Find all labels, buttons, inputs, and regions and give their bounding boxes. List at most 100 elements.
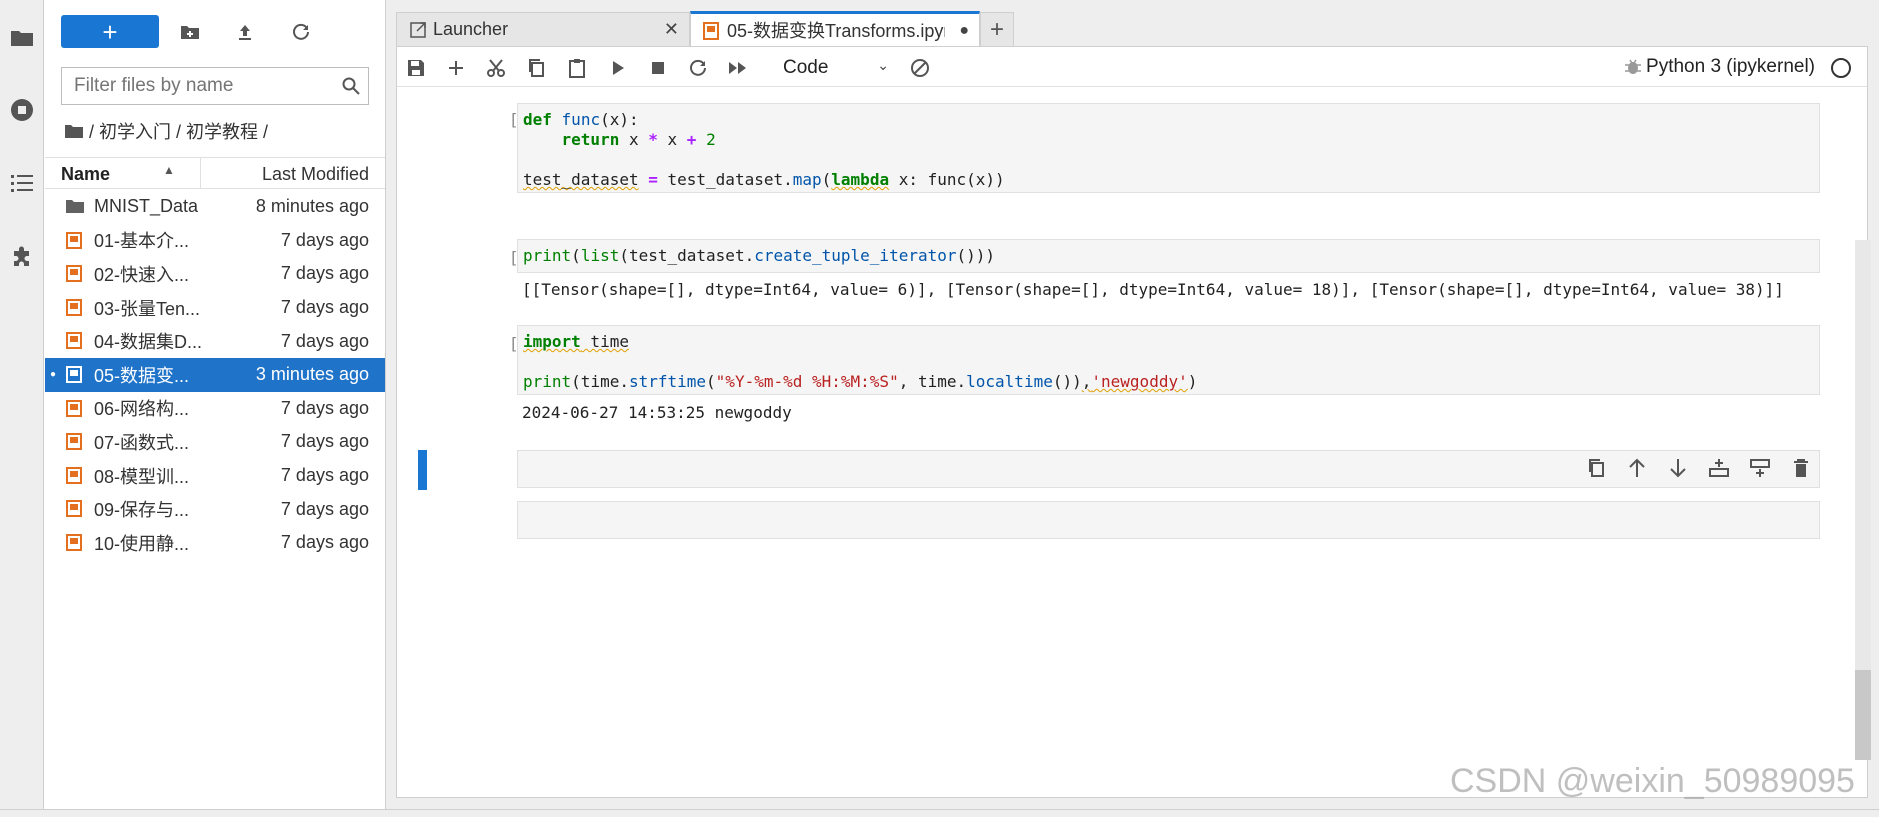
kernel-status-idle-icon: [1831, 58, 1851, 78]
new-tab-button[interactable]: +: [980, 12, 1014, 46]
insert-above-icon[interactable]: [1706, 455, 1732, 481]
file-list-item[interactable]: 02-快速入... 7 days ago: [45, 257, 385, 291]
active-cell-marker: [418, 450, 427, 490]
cell-output: 2024-06-27 14:53:25 newgoddy: [522, 403, 792, 422]
file-list-header: Name ▲ Last Modified: [45, 157, 385, 189]
file-modified: 7 days ago: [280, 229, 369, 250]
file-filter-input[interactable]: [62, 69, 334, 103]
fast-forward-icon[interactable]: [725, 55, 751, 81]
notebook-icon: [66, 533, 82, 551]
notebook-icon: [703, 22, 721, 40]
file-list-item[interactable]: 09-保存与... 7 days ago: [45, 492, 385, 526]
column-modified-header[interactable]: Last Modified: [262, 164, 369, 185]
insert-below-icon[interactable]: [1747, 455, 1773, 481]
notebook-icon: [66, 231, 82, 249]
extension-manager-icon[interactable]: [6, 240, 38, 272]
file-modified: 7 days ago: [280, 431, 369, 452]
code-cell-editor[interactable]: def func(x): return x * x + 2 test_datas…: [517, 103, 1820, 193]
notebook-icon: [66, 399, 82, 417]
unsaved-dot-icon[interactable]: ●: [959, 22, 969, 40]
move-up-icon[interactable]: [1624, 455, 1650, 481]
code-cell-editor[interactable]: print(list(test_dataset.create_tuple_ite…: [517, 239, 1820, 273]
kernel-name[interactable]: Python 3 (ipykernel): [1646, 56, 1815, 78]
notebook-icon: [66, 433, 82, 451]
main-area: Launcher ✕ 05-数据变换Transforms.ipynb ● + C…: [396, 0, 1879, 817]
tab-notebook-label: 05-数据变换Transforms.ipynb: [727, 21, 945, 41]
panel-splitter[interactable]: [385, 0, 396, 817]
code-cell-editor[interactable]: import time print(time.strftime("%Y-%m-%…: [517, 325, 1820, 395]
search-icon: [334, 77, 368, 95]
notebook-icon: [66, 298, 82, 316]
cell-type-select[interactable]: Code ⌄: [783, 55, 893, 81]
delete-cell-icon[interactable]: [1788, 455, 1814, 481]
breadcrumb: / 初学入门 / 初学教程 /: [65, 118, 268, 144]
duplicate-cell-icon[interactable]: [1583, 455, 1609, 481]
restart-icon[interactable]: [685, 55, 711, 81]
chevron-down-icon: ⌄: [877, 57, 889, 73]
file-name: 04-数据集D...: [94, 332, 203, 353]
running-terminals-icon[interactable]: [6, 94, 38, 126]
activity-bar: [0, 0, 44, 817]
watermark: CSDN @weixin_50989095: [1450, 762, 1855, 800]
running-indicator-icon: ●: [50, 369, 57, 381]
file-browser-folder-icon[interactable]: [6, 22, 38, 54]
code-cell-editor[interactable]: [517, 501, 1820, 539]
copy-icon[interactable]: [523, 55, 549, 81]
file-list-item[interactable]: MNIST_Data 8 minutes ago: [45, 190, 385, 224]
file-name: 02-快速入...: [94, 264, 190, 285]
launcher-icon: [409, 21, 427, 39]
column-name-header[interactable]: Name: [61, 164, 110, 185]
file-list-item[interactable]: 07-函数式... 7 days ago: [45, 425, 385, 459]
stop-icon[interactable]: [645, 55, 671, 81]
notebook-toolbar: Code ⌄ Python 3 (ipykernel): [397, 47, 1867, 87]
file-modified: 7 days ago: [280, 330, 369, 351]
file-filter-field[interactable]: [61, 67, 369, 105]
git-diff-icon[interactable]: [907, 55, 933, 81]
file-name: 10-使用静...: [94, 533, 190, 554]
tab-bar: Launcher ✕ 05-数据变换Transforms.ipynb ● +: [396, 11, 1866, 46]
breadcrumb-path[interactable]: / 初学入门 / 初学教程 /: [89, 118, 268, 144]
file-modified: 7 days ago: [280, 498, 369, 519]
file-list-item[interactable]: 08-模型训... 7 days ago: [45, 459, 385, 493]
file-modified: 7 days ago: [280, 397, 369, 418]
move-down-icon[interactable]: [1665, 455, 1691, 481]
file-list-item[interactable]: 01-基本介... 7 days ago: [45, 224, 385, 258]
file-name: 08-模型训...: [94, 466, 190, 487]
notebook-cells: [29]: def func(x): return x * x + 2 test…: [397, 88, 1847, 788]
file-list-item[interactable]: 06-网络构... 7 days ago: [45, 392, 385, 426]
scrollbar-thumb[interactable]: [1855, 670, 1871, 760]
file-list-item[interactable]: ● 05-数据变... 3 minutes ago: [45, 357, 385, 392]
file-list-item[interactable]: 04-数据集D... 7 days ago: [45, 324, 385, 358]
file-modified: 3 minutes ago: [255, 364, 369, 385]
refresh-icon[interactable]: [287, 18, 315, 46]
notebook-icon: [66, 365, 82, 383]
file-list-item[interactable]: 03-张量Ten... 7 days ago: [45, 291, 385, 325]
file-modified: 8 minutes ago: [255, 196, 369, 217]
run-icon[interactable]: [605, 55, 631, 81]
file-name: 09-保存与...: [94, 500, 190, 521]
debugger-bug-icon[interactable]: [1623, 57, 1645, 79]
save-icon[interactable]: [403, 55, 429, 81]
new-folder-icon[interactable]: [176, 18, 204, 46]
tab-notebook[interactable]: 05-数据变换Transforms.ipynb ●: [690, 11, 980, 46]
file-list-item[interactable]: 10-使用静... 7 days ago: [45, 526, 385, 560]
notebook-icon: [66, 332, 82, 350]
column-divider[interactable]: [200, 158, 201, 188]
status-bar: [0, 809, 1879, 817]
file-name: 07-函数式...: [94, 432, 190, 453]
new-launcher-button[interactable]: +: [61, 15, 159, 48]
cut-icon[interactable]: [483, 55, 509, 81]
paste-icon[interactable]: [564, 55, 590, 81]
folder-icon: [66, 198, 84, 214]
upload-icon[interactable]: [231, 18, 259, 46]
tab-launcher-label: Launcher: [433, 19, 509, 39]
insert-cell-icon[interactable]: [443, 55, 469, 81]
file-name: 03-张量Ten...: [94, 298, 201, 319]
file-modified: 7 days ago: [280, 465, 369, 486]
notebook-panel: Code ⌄ Python 3 (ipykernel) [29]: def fu…: [396, 46, 1868, 798]
file-browser-toolbar: +: [45, 0, 385, 60]
close-icon[interactable]: ✕: [664, 19, 679, 40]
table-of-contents-icon[interactable]: [6, 167, 38, 199]
home-folder-icon[interactable]: [65, 124, 83, 138]
tab-launcher[interactable]: Launcher ✕: [396, 12, 690, 46]
